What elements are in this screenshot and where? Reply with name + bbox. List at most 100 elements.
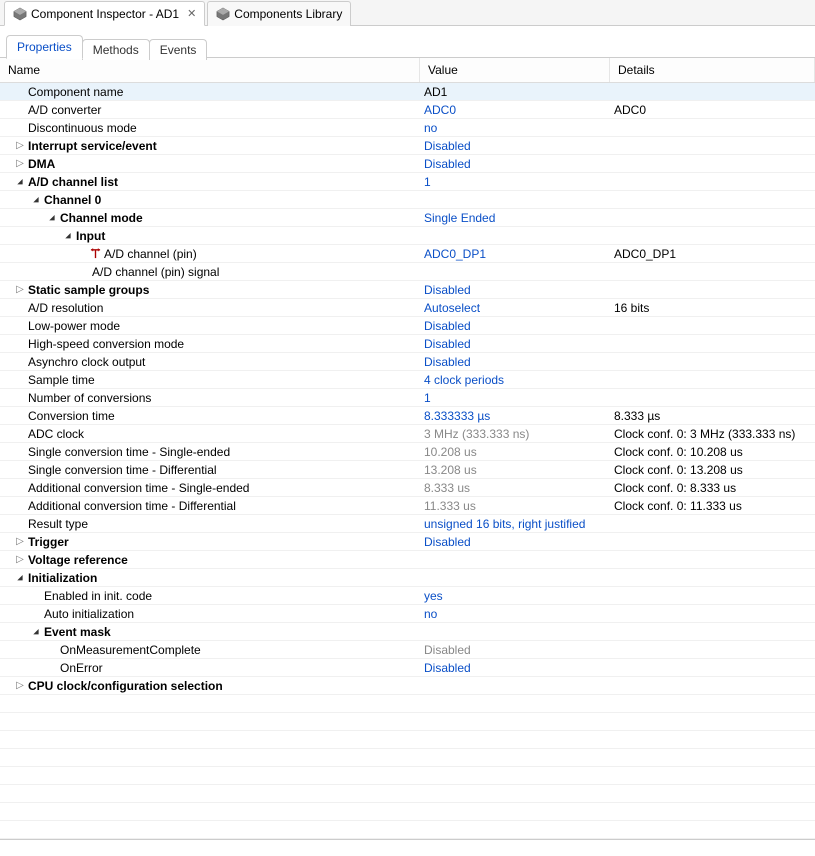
table-row[interactable]: ▷Interrupt service/eventDisabled: [0, 137, 815, 155]
property-name-cell[interactable]: ◢Input: [0, 227, 420, 244]
chevron-down-icon[interactable]: ◢: [16, 175, 24, 188]
table-row[interactable]: High-speed conversion modeDisabled: [0, 335, 815, 353]
chevron-right-icon[interactable]: ▷: [14, 533, 26, 550]
property-value[interactable]: [420, 227, 610, 244]
table-row[interactable]: ▷Voltage reference: [0, 551, 815, 569]
table-row[interactable]: A/D channel (pin)ADC0_DP1ADC0_DP1: [0, 245, 815, 263]
table-row[interactable]: ▷TriggerDisabled: [0, 533, 815, 551]
property-name-cell[interactable]: ▷Static sample groups: [0, 281, 420, 298]
property-name-cell[interactable]: Discontinuous mode: [0, 119, 420, 136]
property-value[interactable]: Disabled: [420, 335, 610, 352]
property-name-cell[interactable]: ◢Channel mode: [0, 209, 420, 226]
chevron-right-icon[interactable]: ▷: [14, 281, 26, 298]
table-row[interactable]: OnErrorDisabled: [0, 659, 815, 677]
property-value[interactable]: Disabled: [420, 641, 610, 658]
property-name-cell[interactable]: Enabled in init. code: [0, 587, 420, 604]
property-name-cell[interactable]: ◢Initialization: [0, 569, 420, 586]
property-value[interactable]: Disabled: [420, 659, 610, 676]
property-value[interactable]: Disabled: [420, 137, 610, 154]
table-row[interactable]: Additional conversion time - Differentia…: [0, 497, 815, 515]
property-name-cell[interactable]: Single conversion time - Differential: [0, 461, 420, 478]
table-row[interactable]: Single conversion time - Single-ended10.…: [0, 443, 815, 461]
property-value[interactable]: [420, 623, 610, 640]
property-value[interactable]: 4 clock periods: [420, 371, 610, 388]
property-value[interactable]: 8.333 us: [420, 479, 610, 496]
table-row[interactable]: Additional conversion time - Single-ende…: [0, 479, 815, 497]
property-value[interactable]: Single Ended: [420, 209, 610, 226]
property-value[interactable]: AD1: [420, 83, 610, 100]
chevron-right-icon[interactable]: ▷: [14, 551, 26, 568]
property-value[interactable]: [420, 551, 610, 568]
property-name-cell[interactable]: Additional conversion time - Single-ende…: [0, 479, 420, 496]
table-row[interactable]: Conversion time8.333333 µs8.333 µs: [0, 407, 815, 425]
property-name-cell[interactable]: ▷CPU clock/configuration selection: [0, 677, 420, 694]
property-value[interactable]: ADC0_DP1: [420, 245, 610, 262]
table-row[interactable]: Auto initializationno: [0, 605, 815, 623]
property-value[interactable]: no: [420, 119, 610, 136]
property-name-cell[interactable]: Conversion time: [0, 407, 420, 424]
chevron-down-icon[interactable]: ◢: [32, 193, 40, 206]
property-value[interactable]: [420, 677, 610, 694]
property-name-cell[interactable]: High-speed conversion mode: [0, 335, 420, 352]
property-name-cell[interactable]: A/D resolution: [0, 299, 420, 316]
property-value[interactable]: [420, 191, 610, 208]
column-name[interactable]: Name: [0, 58, 420, 82]
tab-properties[interactable]: Properties: [6, 35, 83, 59]
property-value[interactable]: 11.333 us: [420, 497, 610, 514]
table-row[interactable]: A/D converterADC0ADC0: [0, 101, 815, 119]
tab-component-inspector[interactable]: Component Inspector - AD1 ✕: [4, 1, 205, 26]
table-row[interactable]: ◢Initialization: [0, 569, 815, 587]
property-name-cell[interactable]: Auto initialization: [0, 605, 420, 622]
table-row[interactable]: ◢Event mask: [0, 623, 815, 641]
property-name-cell[interactable]: OnError: [0, 659, 420, 676]
property-name-cell[interactable]: ◢A/D channel list: [0, 173, 420, 190]
property-name-cell[interactable]: Asynchro clock output: [0, 353, 420, 370]
chevron-right-icon[interactable]: ▷: [14, 677, 26, 694]
chevron-down-icon[interactable]: ◢: [64, 229, 72, 242]
table-row[interactable]: A/D channel (pin) signal: [0, 263, 815, 281]
property-name-cell[interactable]: ◢Channel 0: [0, 191, 420, 208]
property-value[interactable]: Disabled: [420, 281, 610, 298]
table-row[interactable]: ◢A/D channel list1: [0, 173, 815, 191]
chevron-right-icon[interactable]: ▷: [14, 137, 26, 154]
property-name-cell[interactable]: OnMeasurementComplete: [0, 641, 420, 658]
table-row[interactable]: ◢Channel modeSingle Ended: [0, 209, 815, 227]
property-value[interactable]: [420, 569, 610, 586]
chevron-down-icon[interactable]: ◢: [16, 571, 24, 584]
chevron-right-icon[interactable]: ▷: [14, 155, 26, 172]
chevron-down-icon[interactable]: ◢: [48, 211, 56, 224]
property-name-cell[interactable]: ▷DMA: [0, 155, 420, 172]
property-value[interactable]: 8.333333 µs: [420, 407, 610, 424]
column-value[interactable]: Value: [420, 58, 610, 82]
property-value[interactable]: 10.208 us: [420, 443, 610, 460]
table-row[interactable]: Enabled in init. codeyes: [0, 587, 815, 605]
property-name-cell[interactable]: Component name: [0, 83, 420, 100]
tab-methods[interactable]: Methods: [82, 39, 150, 60]
property-name-cell[interactable]: A/D converter: [0, 101, 420, 118]
table-row[interactable]: OnMeasurementCompleteDisabled: [0, 641, 815, 659]
property-value[interactable]: 1: [420, 173, 610, 190]
table-row[interactable]: ▷Static sample groupsDisabled: [0, 281, 815, 299]
property-value[interactable]: unsigned 16 bits, right justified: [420, 515, 610, 532]
property-name-cell[interactable]: Result type: [0, 515, 420, 532]
property-value[interactable]: Disabled: [420, 155, 610, 172]
property-value[interactable]: Autoselect: [420, 299, 610, 316]
table-row[interactable]: ▷CPU clock/configuration selection: [0, 677, 815, 695]
table-row[interactable]: Sample time4 clock periods: [0, 371, 815, 389]
property-name-cell[interactable]: ADC clock: [0, 425, 420, 442]
property-value[interactable]: [420, 263, 610, 280]
property-value[interactable]: ADC0: [420, 101, 610, 118]
property-name-cell[interactable]: A/D channel (pin): [0, 245, 420, 262]
table-row[interactable]: Component nameAD1: [0, 83, 815, 101]
property-name-cell[interactable]: ▷Trigger: [0, 533, 420, 550]
table-row[interactable]: ADC clock3 MHz (333.333 ns)Clock conf. 0…: [0, 425, 815, 443]
property-value[interactable]: 3 MHz (333.333 ns): [420, 425, 610, 442]
property-value[interactable]: Disabled: [420, 317, 610, 334]
tab-components-library[interactable]: Components Library: [207, 1, 351, 26]
table-row[interactable]: A/D resolutionAutoselect16 bits: [0, 299, 815, 317]
table-row[interactable]: Number of conversions1: [0, 389, 815, 407]
property-value[interactable]: 1: [420, 389, 610, 406]
column-details[interactable]: Details: [610, 58, 815, 82]
property-value[interactable]: yes: [420, 587, 610, 604]
property-name-cell[interactable]: A/D channel (pin) signal: [0, 263, 420, 280]
